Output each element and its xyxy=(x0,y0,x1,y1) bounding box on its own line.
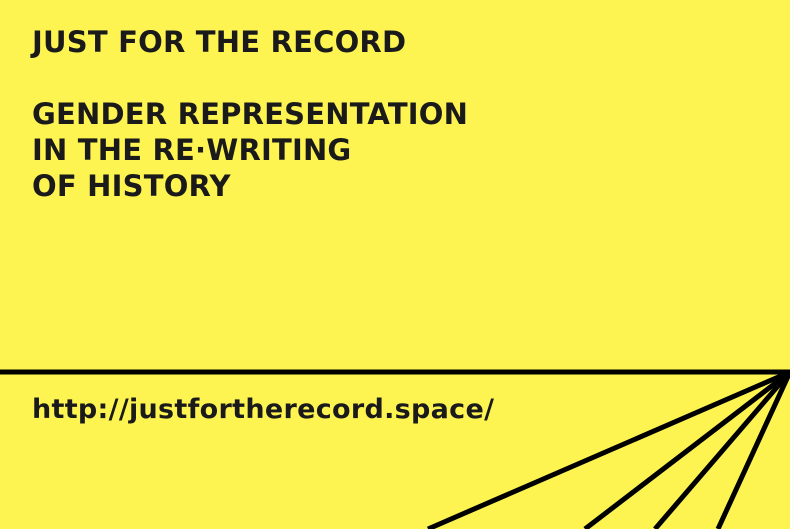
fan-line-2 xyxy=(583,370,790,529)
subtitle-line-1: GENDER REPRESENTATION xyxy=(32,97,469,131)
poster-subtitle: GENDER REPRESENTATION IN THE RE·WRITING … xyxy=(32,96,468,204)
fan-line-4 xyxy=(715,370,790,529)
line-graphic xyxy=(0,369,790,529)
fan-line-3 xyxy=(653,370,790,529)
poster: JUST FOR THE RECORD GENDER REPRESENTATIO… xyxy=(0,0,790,529)
subtitle-line-3: OF HISTORY xyxy=(32,169,231,203)
subtitle-line-2: IN THE RE·WRITING xyxy=(32,133,352,167)
poster-title: JUST FOR THE RECORD xyxy=(32,25,407,59)
website-link[interactable]: http://justfortherecord.space/ xyxy=(32,392,494,428)
